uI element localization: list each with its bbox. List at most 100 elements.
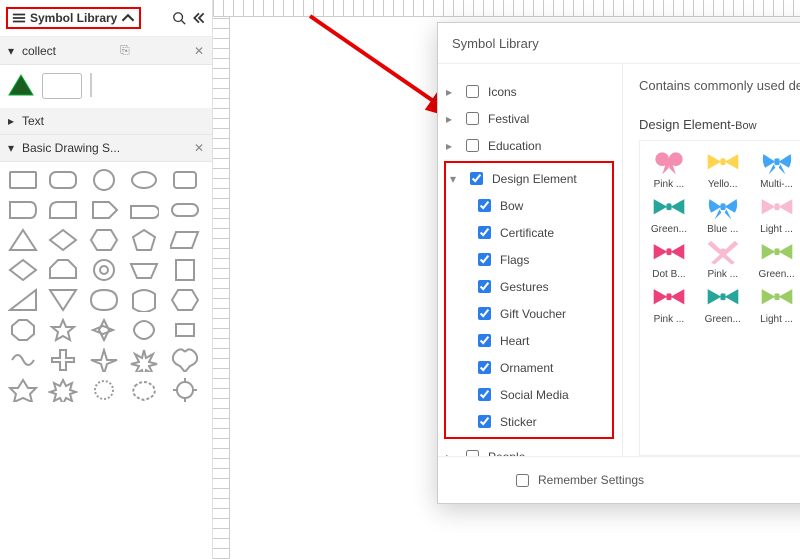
- basic-shape[interactable]: [170, 318, 200, 342]
- symbol-item[interactable]: Green...: [752, 239, 800, 280]
- tree-node-icons[interactable]: ▸Icons: [444, 78, 614, 105]
- symbol-item[interactable]: Pink ...: [644, 149, 694, 190]
- basic-shape[interactable]: [48, 228, 78, 252]
- section-collect[interactable]: ▾ collect ⎘ ✕: [0, 37, 212, 65]
- symbol-item[interactable]: Yello...: [698, 149, 748, 190]
- symbol-item[interactable]: Blue ...: [698, 194, 748, 235]
- basic-shape[interactable]: [129, 198, 159, 222]
- collect-swatch[interactable]: [42, 73, 82, 99]
- basic-shape[interactable]: [89, 378, 119, 402]
- close-icon[interactable]: ✕: [194, 44, 204, 58]
- checkbox[interactable]: [478, 415, 491, 428]
- basic-shape[interactable]: [48, 318, 78, 342]
- basic-shape[interactable]: [170, 378, 200, 402]
- basic-shape[interactable]: [48, 198, 78, 222]
- checkbox[interactable]: [466, 85, 479, 98]
- checkbox[interactable]: [466, 139, 479, 152]
- basic-shape[interactable]: [129, 378, 159, 402]
- basic-shape[interactable]: [89, 198, 119, 222]
- tree-node-education[interactable]: ▸Education: [444, 132, 614, 159]
- basic-shape[interactable]: [48, 348, 78, 372]
- basic-shape[interactable]: [89, 348, 119, 372]
- collect-shape-triangle[interactable]: [8, 73, 34, 100]
- basic-shape[interactable]: [170, 288, 200, 312]
- dialog-title: Symbol Library: [452, 36, 539, 51]
- basic-shape[interactable]: [129, 228, 159, 252]
- basic-shape[interactable]: [48, 288, 78, 312]
- basic-shape[interactable]: [129, 258, 159, 282]
- tree-node-festival[interactable]: ▸Festival: [444, 105, 614, 132]
- checkbox[interactable]: [478, 334, 491, 347]
- basic-shape[interactable]: [170, 168, 200, 192]
- symbol-label: Green...: [705, 314, 741, 325]
- symbol-library-button[interactable]: Symbol Library: [6, 7, 141, 29]
- symbol-item[interactable]: Pink ...: [698, 239, 748, 280]
- basic-shape[interactable]: [8, 228, 38, 252]
- symbol-label: Light ...: [760, 224, 793, 235]
- tree-child[interactable]: Gift Voucher: [472, 300, 610, 327]
- tree-child[interactable]: Flags: [472, 246, 610, 273]
- symbol-item[interactable]: Light ...: [752, 284, 800, 325]
- basic-shape[interactable]: [48, 168, 78, 192]
- tree-node-people[interactable]: ▸People: [444, 443, 614, 456]
- tree-child[interactable]: Ornament: [472, 354, 610, 381]
- checkbox[interactable]: [470, 172, 483, 185]
- basic-shape[interactable]: [8, 288, 38, 312]
- basic-shape[interactable]: [8, 168, 38, 192]
- symbol-item[interactable]: Green...: [644, 194, 694, 235]
- basic-shape[interactable]: [48, 378, 78, 402]
- basic-shape[interactable]: [170, 228, 200, 252]
- search-icon[interactable]: [172, 11, 186, 25]
- basic-shape[interactable]: [8, 348, 38, 372]
- tree-child[interactable]: Gestures: [472, 273, 610, 300]
- checkbox[interactable]: [478, 280, 491, 293]
- symbol-item[interactable]: Green...: [698, 284, 748, 325]
- basic-shape[interactable]: [8, 258, 38, 282]
- section-basic-drawing[interactable]: ▾ Basic Drawing S... ✕: [0, 135, 212, 162]
- basic-shape[interactable]: [8, 378, 38, 402]
- tree-node-design-element[interactable]: ▾Design Element: [448, 165, 610, 192]
- basic-shape[interactable]: [48, 258, 78, 282]
- basic-shape[interactable]: [170, 258, 200, 282]
- symbol-label: Yello...: [708, 179, 738, 190]
- checkbox[interactable]: [478, 253, 491, 266]
- section-text[interactable]: ▸ Text: [0, 108, 212, 135]
- symbol-item[interactable]: Dot B...: [644, 239, 694, 280]
- canvas-area: t na Symbol Library ✕ ▸Icons ▸Festival ▸…: [213, 0, 800, 559]
- tree-child[interactable]: Heart: [472, 327, 610, 354]
- basic-shape[interactable]: [170, 198, 200, 222]
- checkbox[interactable]: [466, 112, 479, 125]
- tree-child[interactable]: Certificate: [472, 219, 610, 246]
- checkbox[interactable]: [478, 388, 491, 401]
- close-icon[interactable]: ✕: [194, 141, 204, 155]
- checkbox[interactable]: [478, 199, 491, 212]
- basic-shape[interactable]: [89, 228, 119, 252]
- checkbox[interactable]: [478, 307, 491, 320]
- tree-child[interactable]: Bow: [472, 192, 610, 219]
- symbol-item[interactable]: Light ...: [752, 194, 800, 235]
- symbol-item[interactable]: Pink ...: [644, 284, 694, 325]
- basic-shape[interactable]: [8, 318, 38, 342]
- checkbox[interactable]: [478, 361, 491, 374]
- symbol-label: Light ...: [760, 314, 793, 325]
- basic-shape[interactable]: [129, 288, 159, 312]
- pin-icon[interactable]: ⎘: [120, 43, 130, 58]
- basic-shape[interactable]: [129, 318, 159, 342]
- basic-shape[interactable]: [89, 258, 119, 282]
- symbol-grid-wrap[interactable]: Pink ...Yello...Multi-...Red B...Gift R.…: [639, 140, 800, 456]
- basic-shape[interactable]: [89, 288, 119, 312]
- checkbox[interactable]: [478, 226, 491, 239]
- basic-shape[interactable]: [170, 348, 200, 372]
- tree-child[interactable]: Social Media: [472, 381, 610, 408]
- checkbox[interactable]: [516, 474, 529, 487]
- tree-child[interactable]: Sticker: [472, 408, 610, 435]
- symbol-item[interactable]: Multi-...: [752, 149, 800, 190]
- basic-shape[interactable]: [129, 168, 159, 192]
- basic-shape[interactable]: [89, 168, 119, 192]
- collect-divider: [90, 73, 92, 97]
- remember-settings[interactable]: Remember Settings: [512, 471, 644, 490]
- collapse-icon[interactable]: [192, 11, 206, 25]
- basic-shape[interactable]: [8, 198, 38, 222]
- basic-shape[interactable]: [129, 348, 159, 372]
- basic-shape[interactable]: [89, 318, 119, 342]
